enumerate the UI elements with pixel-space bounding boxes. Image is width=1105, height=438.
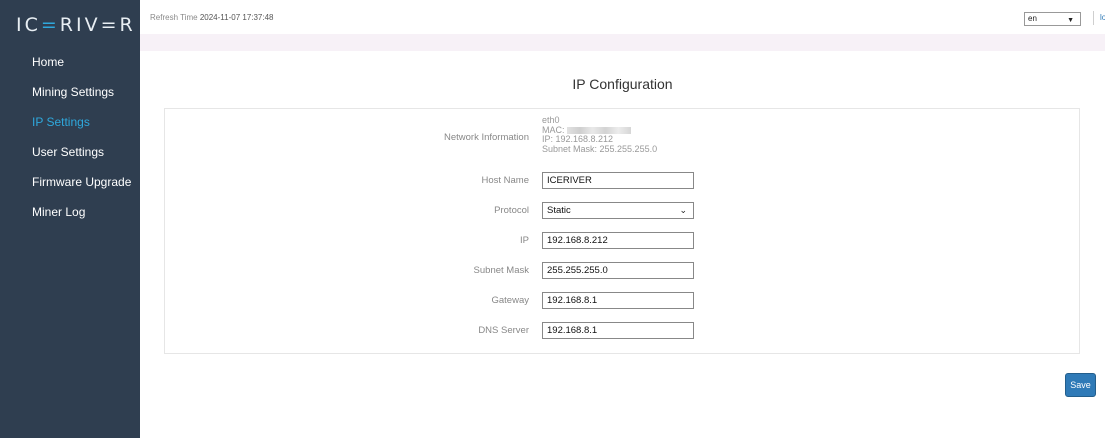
page-title: IP Configuration bbox=[572, 76, 673, 92]
gateway-label: Gateway bbox=[491, 295, 530, 306]
chevron-down-icon: ▼ bbox=[1067, 17, 1074, 24]
subnet-mask-label: Subnet Mask bbox=[473, 265, 529, 276]
protocol-value: Static bbox=[547, 205, 571, 216]
sidebar-item-home[interactable]: Home bbox=[0, 52, 140, 82]
subnet-mask-input[interactable]: 255.255.255.0 bbox=[542, 262, 694, 279]
header-band bbox=[140, 34, 1105, 51]
ip-config-form: Network Information eth0 MAC: IP: 192.16… bbox=[164, 108, 1080, 354]
mac-label: MAC: bbox=[542, 124, 565, 135]
host-name-label: Host Name bbox=[481, 175, 529, 186]
logo-prefix: IC bbox=[16, 14, 41, 36]
logo-suffix: RIV=R bbox=[59, 14, 136, 36]
chevron-down-icon: ⌄ bbox=[679, 205, 687, 215]
sidebar-item-firmware-upgrade[interactable]: Firmware Upgrade bbox=[0, 172, 140, 202]
mask-info-line: Subnet Mask: 255.255.255.0 bbox=[542, 143, 658, 154]
refresh-time-value: 2024-11-07 17:37:48 bbox=[199, 13, 274, 22]
iceriver-logo: IC=RIV=R bbox=[16, 14, 136, 36]
protocol-label: Protocol bbox=[494, 205, 529, 216]
refresh-time: Refresh Time 2024-11-07 17:37:48 bbox=[150, 13, 274, 22]
logo-accent: = bbox=[40, 14, 60, 36]
protocol-select[interactable]: Static ⌄ bbox=[542, 202, 694, 219]
mac-redacted bbox=[567, 126, 632, 134]
logout-link[interactable]: logou bbox=[1100, 13, 1105, 22]
header-divider bbox=[1093, 11, 1094, 25]
network-info: eth0 MAC: IP: 192.168.8.212 Subnet Mask:… bbox=[542, 115, 658, 154]
host-name-input[interactable]: ICERIVER bbox=[542, 172, 694, 189]
refresh-time-label: Refresh Time bbox=[150, 13, 198, 22]
sidebar-item-mining-settings[interactable]: Mining Settings bbox=[0, 82, 140, 112]
save-button[interactable]: Save bbox=[1065, 373, 1096, 397]
sidebar-item-ip-settings[interactable]: IP Settings bbox=[0, 112, 140, 142]
sidebar-nav: Home Mining Settings IP Settings User Se… bbox=[0, 52, 140, 232]
language-select[interactable]: en ▼ bbox=[1024, 12, 1081, 26]
gateway-input[interactable]: 192.168.8.1 bbox=[542, 292, 694, 309]
network-info-label: Network Information bbox=[443, 132, 529, 143]
ip-input[interactable]: 192.168.8.212 bbox=[542, 232, 694, 249]
sidebar: IC=RIV=R Home Mining Settings IP Setting… bbox=[0, 0, 140, 438]
language-value: en bbox=[1028, 14, 1037, 23]
sidebar-item-miner-log[interactable]: Miner Log bbox=[0, 202, 140, 232]
dns-server-label: DNS Server bbox=[478, 325, 529, 336]
sidebar-item-user-settings[interactable]: User Settings bbox=[0, 142, 140, 172]
dns-server-input[interactable]: 192.168.8.1 bbox=[542, 322, 694, 339]
top-bar: Refresh Time 2024-11-07 17:37:48 en ▼ lo… bbox=[140, 0, 1105, 34]
ip-label: IP bbox=[520, 235, 529, 246]
